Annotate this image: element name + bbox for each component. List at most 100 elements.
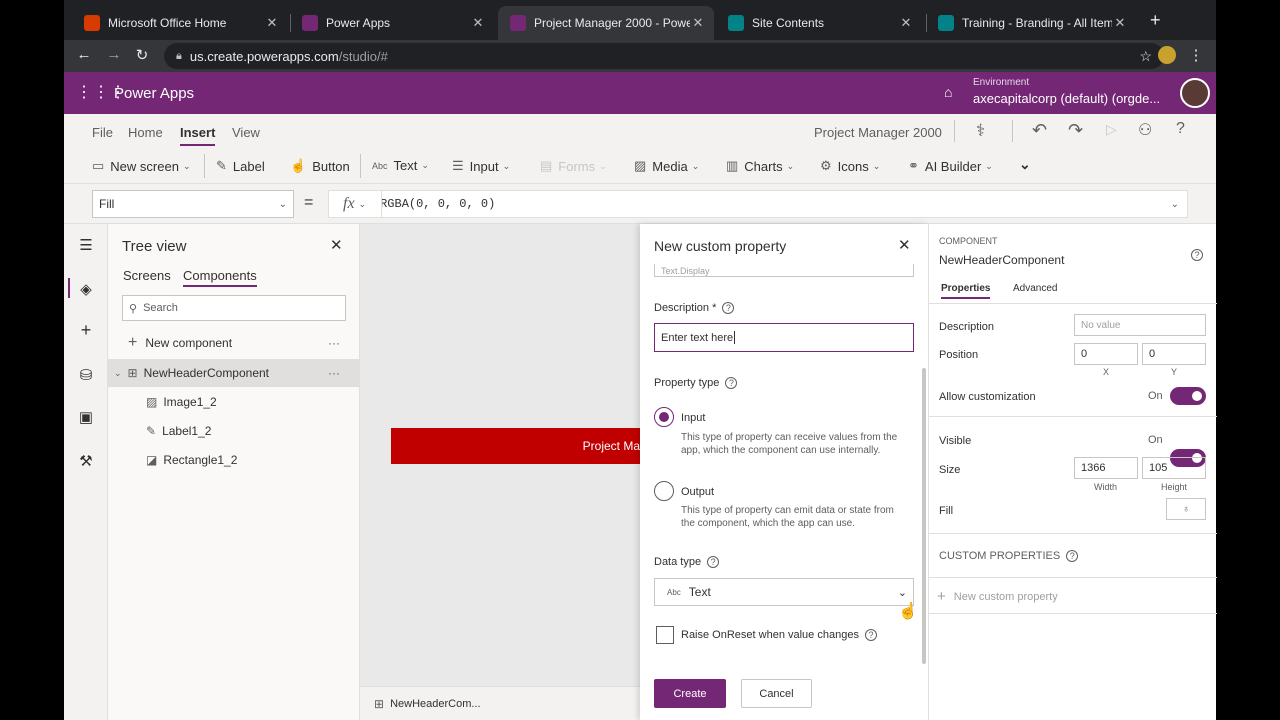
hamburger-icon[interactable]: ☰ [64,236,108,254]
width-value: 1366 [1081,462,1106,474]
expand-toolbar-icon[interactable]: ⌄ [1019,156,1031,173]
header-component[interactable]: Project Ma [391,428,640,464]
tree-item-rectangle[interactable]: ◪ Rectangle1_2 [108,446,360,474]
input-radio-group[interactable] [654,407,674,427]
data-type-dropdown[interactable]: Abc Text ⌄ [654,578,914,606]
button-button[interactable]: ☝ Button [290,158,350,174]
tab-screens[interactable]: Screens [123,268,171,283]
tree-item-image[interactable]: ▨ Image1_2 [108,388,360,416]
help-icon[interactable]: ? [707,556,720,568]
menu-home[interactable]: Home [128,125,163,140]
height-input[interactable]: 105 [1142,457,1206,479]
description-input[interactable]: No value [1074,314,1206,336]
browser-tab-office[interactable]: Microsoft Office Home ✕ [72,6,288,40]
output-radio-group[interactable] [654,481,674,501]
help-icon[interactable]: ? [1176,120,1185,138]
ai-builder-dropdown[interactable]: ⚭ AI Builder ⌄ [908,158,993,174]
more-icon[interactable]: ··· [328,366,340,380]
menu-file[interactable]: File [92,125,113,140]
footer-component-label[interactable]: NewHeaderCom... [390,698,480,710]
close-icon[interactable]: ✕ [264,15,280,31]
browser-tab-powerapps[interactable]: Power Apps ✕ [290,6,494,40]
allow-customization-toggle[interactable] [1170,387,1206,405]
input-dropdown[interactable]: ☰ Input ⌄ [452,158,510,174]
new-component-button[interactable]: + New component ··· [108,329,360,357]
new-screen-button[interactable]: ▭ New screen ⌄ [92,158,190,174]
position-y-input[interactable]: 0 [1142,343,1206,365]
new-tab-icon[interactable]: + [1150,10,1161,31]
browser-tab-training[interactable]: Training - Branding - All Items ✕ [926,6,1136,40]
formula-input[interactable]: fx ⌄ RGBA(0, 0, 0, 0) ⌄ [328,190,1188,218]
close-icon[interactable]: ✕ [898,15,914,31]
menu-view[interactable]: View [232,125,260,140]
share-user-icon[interactable]: ⚇ [1138,120,1152,140]
icons-dropdown[interactable]: ⚙ Icons ⌄ [820,158,880,174]
scrollbar[interactable] [922,368,926,664]
tree-item-label[interactable]: ✎ Label1_2 [108,417,360,445]
star-icon[interactable]: ☆ [1139,48,1152,65]
forward-icon[interactable]: → [104,46,124,63]
close-icon[interactable]: ✕ [898,236,911,254]
tree-item-label: Rectangle1_2 [163,453,238,467]
app-checker-icon[interactable]: ⚕ [976,121,985,141]
input-radio[interactable] [654,407,674,427]
design-canvas[interactable]: Project Ma ⊞ NewHeaderCom... [360,224,640,720]
close-icon[interactable]: ✕ [330,236,343,254]
fx-label[interactable]: fx [343,195,355,213]
menu-icon[interactable]: ⋮ [1186,46,1206,64]
fill-color-picker[interactable]: ♁ [1166,498,1206,520]
chevron-down-icon[interactable]: ⌄ [1171,199,1179,210]
help-icon[interactable]: ? [864,629,877,641]
play-icon[interactable]: ▷ [1106,121,1117,138]
media-dropdown[interactable]: ▨ Media ⌄ [634,158,699,174]
help-icon[interactable]: ? [725,377,738,389]
search-input[interactable]: ⚲ Search [122,295,346,321]
tab-properties[interactable]: Properties [941,283,991,299]
tab-components[interactable]: Components [183,268,257,287]
advanced-tools-icon[interactable]: ⚒ [64,452,108,470]
environment-value[interactable]: axecapitalcorp (default) (orgde... [973,91,1160,106]
charts-dropdown[interactable]: ▥ Charts ⌄ [726,158,794,174]
description-input[interactable]: Enter text here [654,323,914,352]
chevron-down-icon: ⌄ [599,160,607,171]
help-icon[interactable]: ? [722,302,735,314]
browser-tab-site-contents[interactable]: Site Contents ✕ [716,6,922,40]
properties-pane: COMPONENT NewHeaderComponent ? Propertie… [928,224,1217,720]
help-icon[interactable]: ? [1066,550,1079,562]
browser-tab-project-manager[interactable]: Project Manager 2000 - Powe ✕ [498,6,714,40]
more-icon[interactable]: ··· [328,336,340,350]
media-icon[interactable]: ▣ [64,408,108,426]
label-button[interactable]: ✎ Label [216,158,265,174]
insert-icon[interactable]: + [64,320,108,341]
reload-icon[interactable]: ↻ [132,46,152,64]
create-button[interactable]: Create [654,679,726,708]
cancel-button[interactable]: Cancel [741,679,812,708]
redo-icon[interactable]: ↷ [1068,120,1083,141]
tree-item-component[interactable]: ⌄ ⊞ NewHeaderComponent ··· [108,359,360,387]
raise-onreset-label: Raise OnReset when value changes? [681,629,877,641]
data-icon[interactable]: ⛁ [64,366,108,384]
address-bar[interactable]: 🔒︎ us.create.powerapps.com /studio/# ☆ [164,43,1164,69]
close-icon[interactable]: ✕ [690,15,706,31]
chevron-down-icon[interactable]: ⌄ [114,368,122,379]
sharepoint-icon [938,15,954,31]
close-icon[interactable]: ✕ [470,15,486,31]
text-dropdown[interactable]: Abc Text ⌄ [372,158,429,173]
help-icon[interactable]: ? [1191,247,1203,261]
position-x-input[interactable]: 0 [1074,343,1138,365]
menu-insert[interactable]: Insert [180,125,216,146]
raise-onreset-checkbox[interactable] [656,626,674,644]
width-input[interactable]: 1366 [1074,457,1138,479]
tree-view-icon[interactable]: ◈ [64,280,108,298]
property-dropdown[interactable]: Fill ⌄ [92,190,294,218]
output-radio[interactable] [654,481,674,501]
new-custom-property-button[interactable]: + New custom property [937,588,1058,605]
back-icon[interactable]: ← [74,46,94,63]
tab-advanced[interactable]: Advanced [1013,283,1057,294]
close-icon[interactable]: ✕ [1112,15,1128,31]
display-name-input[interactable]: Text.Display [654,264,914,277]
avatar[interactable] [1180,78,1210,108]
forms-dropdown[interactable]: ▤ Forms ⌄ [540,158,607,174]
undo-icon[interactable]: ↶ [1032,120,1047,141]
extension-icon[interactable] [1158,46,1176,64]
